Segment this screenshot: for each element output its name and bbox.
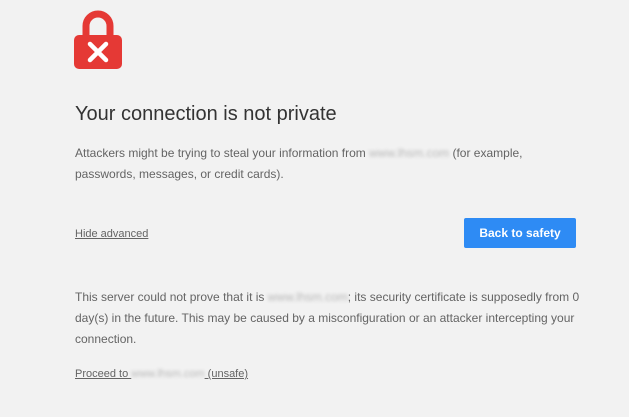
proceed-text-start: Proceed to [75, 368, 132, 380]
certificate-details: This server could not prove that it is w… [75, 287, 585, 350]
site-domain: www.lhsm.com [267, 290, 348, 304]
site-domain: www.lhsm.com [131, 368, 205, 380]
back-to-safety-button[interactable]: Back to safety [464, 218, 576, 248]
site-domain: www.lhsm.com [369, 146, 450, 160]
interstitial-page: Your connection is not private Attackers… [0, 0, 629, 417]
details-text-start: This server could not prove that it is [75, 290, 268, 304]
hide-advanced-link[interactable]: Hide advanced [75, 228, 148, 240]
lock-error-icon [74, 10, 122, 69]
warning-text-start: Attackers might be trying to steal your … [75, 146, 370, 160]
proceed-text-end: (unsafe) [204, 368, 249, 380]
page-title: Your connection is not private [75, 103, 337, 125]
proceed-unsafe-link[interactable]: Proceed to www.lhsm.com (unsafe) [75, 368, 248, 380]
warning-description: Attackers might be trying to steal your … [75, 143, 565, 185]
